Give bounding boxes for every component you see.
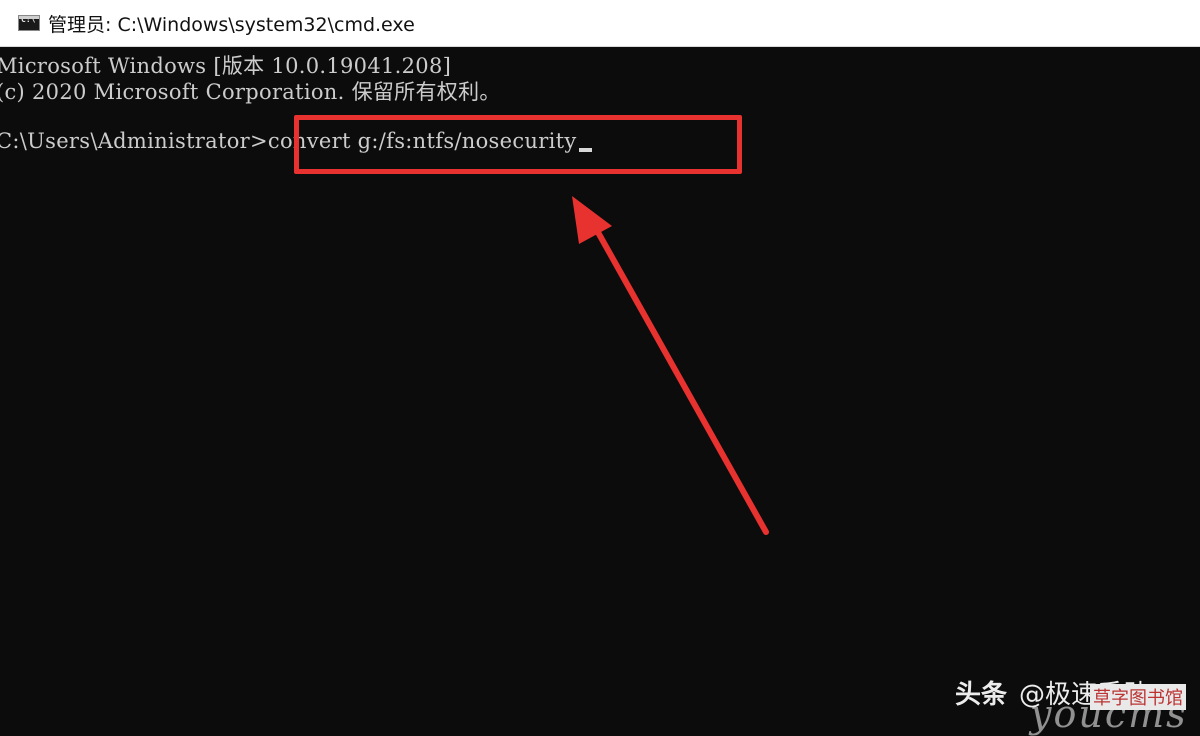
watermark-overlay: 草字图书馆: [1090, 684, 1186, 710]
watermark-brand: 头条: [955, 679, 1008, 710]
annotation-arrow: [572, 196, 769, 535]
